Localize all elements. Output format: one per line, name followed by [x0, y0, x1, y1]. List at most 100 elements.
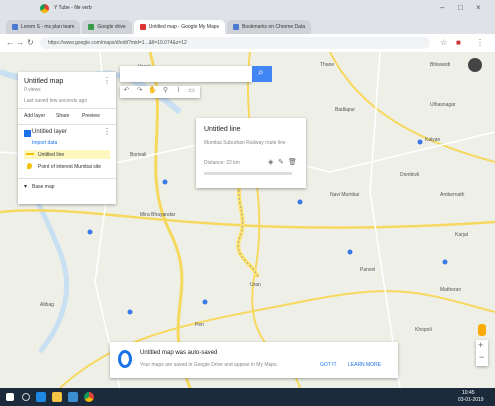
minimize-button[interactable]: –: [440, 3, 444, 12]
map-label: Ambernath: [440, 192, 465, 198]
maps-icon: [139, 24, 146, 30]
windows-start-icon[interactable]: [6, 393, 14, 401]
zoom-controls: + −: [476, 340, 488, 366]
feature-measure: Distance: 22 km: [204, 160, 240, 166]
toast-title: Untitled map was auto-saved: [140, 350, 218, 356]
layer-item-label: Untitled line: [38, 152, 65, 158]
tab-label: Bookmarks on Chrome Data: [242, 24, 306, 30]
map-label: Matheran: [440, 287, 462, 293]
map-label: Bhiwandi: [430, 62, 451, 68]
delete-icon[interactable]: 🗑: [288, 158, 297, 166]
feature-divider: [204, 172, 292, 175]
tab-favicon: [233, 24, 240, 30]
search-input[interactable]: [120, 66, 246, 82]
paint-icon[interactable]: ◈: [268, 158, 273, 166]
chrome-icon: [40, 4, 49, 13]
toast-body: Your maps are saved in Google Drive and …: [140, 362, 278, 368]
share-button[interactable]: Share: [56, 113, 69, 119]
tab-lorem[interactable]: Lorem S - ms plan team: [6, 20, 81, 34]
preview-button[interactable]: Preview: [82, 113, 100, 119]
feature-info-card: Untitled line Mumbai Suburban Railway ro…: [196, 118, 306, 188]
my-maps-panel: Untitled map 0 views Last saved few seco…: [18, 72, 116, 204]
map-label: Kalyan: [425, 137, 441, 143]
tab-bookmarks[interactable]: Bookmarks on Chrome Data: [227, 20, 312, 34]
pegman-icon[interactable]: [478, 324, 486, 336]
drawing-toolbar: ↶ ↷ ✋ ⚲ ⌇ ▭: [120, 86, 200, 98]
map-label: Thane: [320, 62, 335, 68]
basemap-label[interactable]: Base map: [32, 184, 55, 190]
chrome-taskbar-icon[interactable]: [84, 392, 94, 402]
map-label: Badlapur: [335, 107, 356, 113]
line-icon: [26, 153, 34, 155]
map-canvas[interactable]: Thane Navi Mumbai Kalyan Borivali Vasai …: [0, 52, 495, 388]
got-it-button[interactable]: GOT IT: [320, 362, 337, 368]
search-box[interactable]: [120, 66, 252, 82]
address-bar: ← → ↻ https://www.google.com/maps/d/edit…: [0, 34, 495, 53]
map-views: 0 views: [24, 87, 41, 93]
search-icon: ⌕: [258, 67, 264, 78]
store-icon[interactable]: [68, 392, 78, 402]
map-label: Panvel: [360, 267, 376, 273]
zoom-out-button[interactable]: −: [479, 352, 484, 362]
map-title[interactable]: Untitled map: [24, 78, 63, 85]
close-window-button[interactable]: ×: [476, 3, 481, 12]
drive-icon: [88, 24, 95, 30]
map-label: Uran: [250, 282, 261, 288]
layer-item-line[interactable]: Untitled line: [24, 150, 110, 159]
reload-icon[interactable]: ↻: [27, 38, 34, 48]
window-title: Y Tube - file verb: [54, 5, 92, 11]
basemap-expand-icon[interactable]: ▾: [24, 183, 27, 190]
pin-icon: [27, 163, 32, 169]
map-label: Borivali: [130, 152, 147, 158]
tab-strip: Lorem S - ms plan team Google drive Unti…: [0, 18, 495, 34]
explorer-icon[interactable]: [52, 392, 62, 402]
back-icon[interactable]: ←: [6, 38, 14, 48]
clock-time: 10:45: [462, 390, 475, 396]
title-bar: Y Tube - file verb – □ ×: [0, 0, 495, 18]
feature-description[interactable]: Mumbai Suburban Railway route line: [204, 140, 286, 146]
map-label: Khopoli: [415, 327, 432, 333]
url-field[interactable]: https://www.google.com/maps/d/edit?mid=1…: [40, 37, 430, 49]
zoom-in-button[interactable]: +: [478, 340, 483, 350]
layer-item-label: Point of interest Mumbai site: [38, 164, 102, 170]
menu-icon[interactable]: ⋮: [476, 38, 484, 48]
avatar[interactable]: [468, 58, 482, 72]
drive-info-icon: [118, 350, 132, 368]
map-label: Dombivli: [400, 172, 420, 178]
layer-checkbox[interactable]: [24, 130, 31, 137]
search-button[interactable]: ⌕: [252, 66, 272, 82]
search-taskbar-icon[interactable]: [22, 393, 30, 401]
import-data-link[interactable]: Import data: [32, 140, 57, 146]
map-label: Ulhasnagar: [430, 102, 456, 108]
kebab-icon[interactable]: ⋮: [103, 76, 111, 85]
add-layer-button[interactable]: Add layer: [24, 113, 45, 119]
layer-title[interactable]: Untitled layer: [32, 129, 67, 135]
map-label: Mira Bhayandar: [140, 212, 176, 218]
tab-favicon: [12, 24, 18, 30]
star-icon[interactable]: ☆: [440, 38, 447, 48]
tab-label: Google drive: [97, 24, 126, 30]
hand-icon[interactable]: ✋: [146, 86, 159, 98]
ruler-icon[interactable]: ▭: [185, 86, 198, 98]
edit-icon[interactable]: ✎: [278, 158, 284, 166]
learn-more-button[interactable]: LEARN MORE: [348, 362, 381, 368]
forward-icon[interactable]: →: [16, 38, 24, 48]
tab-drive[interactable]: Google drive: [82, 20, 132, 34]
extension-icon[interactable]: ■: [456, 38, 461, 48]
tab-label: Lorem S - ms plan team: [21, 24, 75, 30]
map-label: Alibag: [40, 302, 54, 308]
layer-item-point[interactable]: Point of interest Mumbai site: [24, 162, 110, 171]
redo-icon[interactable]: ↷: [133, 86, 146, 98]
tab-label: Untitled map - Google My Maps: [148, 24, 220, 30]
tab-my-maps[interactable]: Untitled map - Google My Maps: [133, 20, 226, 34]
draw-line-icon[interactable]: ⌇: [172, 86, 185, 98]
autosave-toast: Untitled map was auto-saved Your maps ar…: [110, 342, 398, 378]
feature-title[interactable]: Untitled line: [204, 126, 241, 133]
map-label: Pen: [195, 322, 204, 328]
undo-icon[interactable]: ↶: [120, 86, 133, 98]
maximize-button[interactable]: □: [458, 3, 463, 12]
map-label: Karjat: [455, 232, 469, 238]
marker-icon[interactable]: ⚲: [159, 86, 172, 98]
edge-icon[interactable]: [36, 392, 46, 402]
layer-kebab-icon[interactable]: ⋮: [103, 127, 111, 136]
